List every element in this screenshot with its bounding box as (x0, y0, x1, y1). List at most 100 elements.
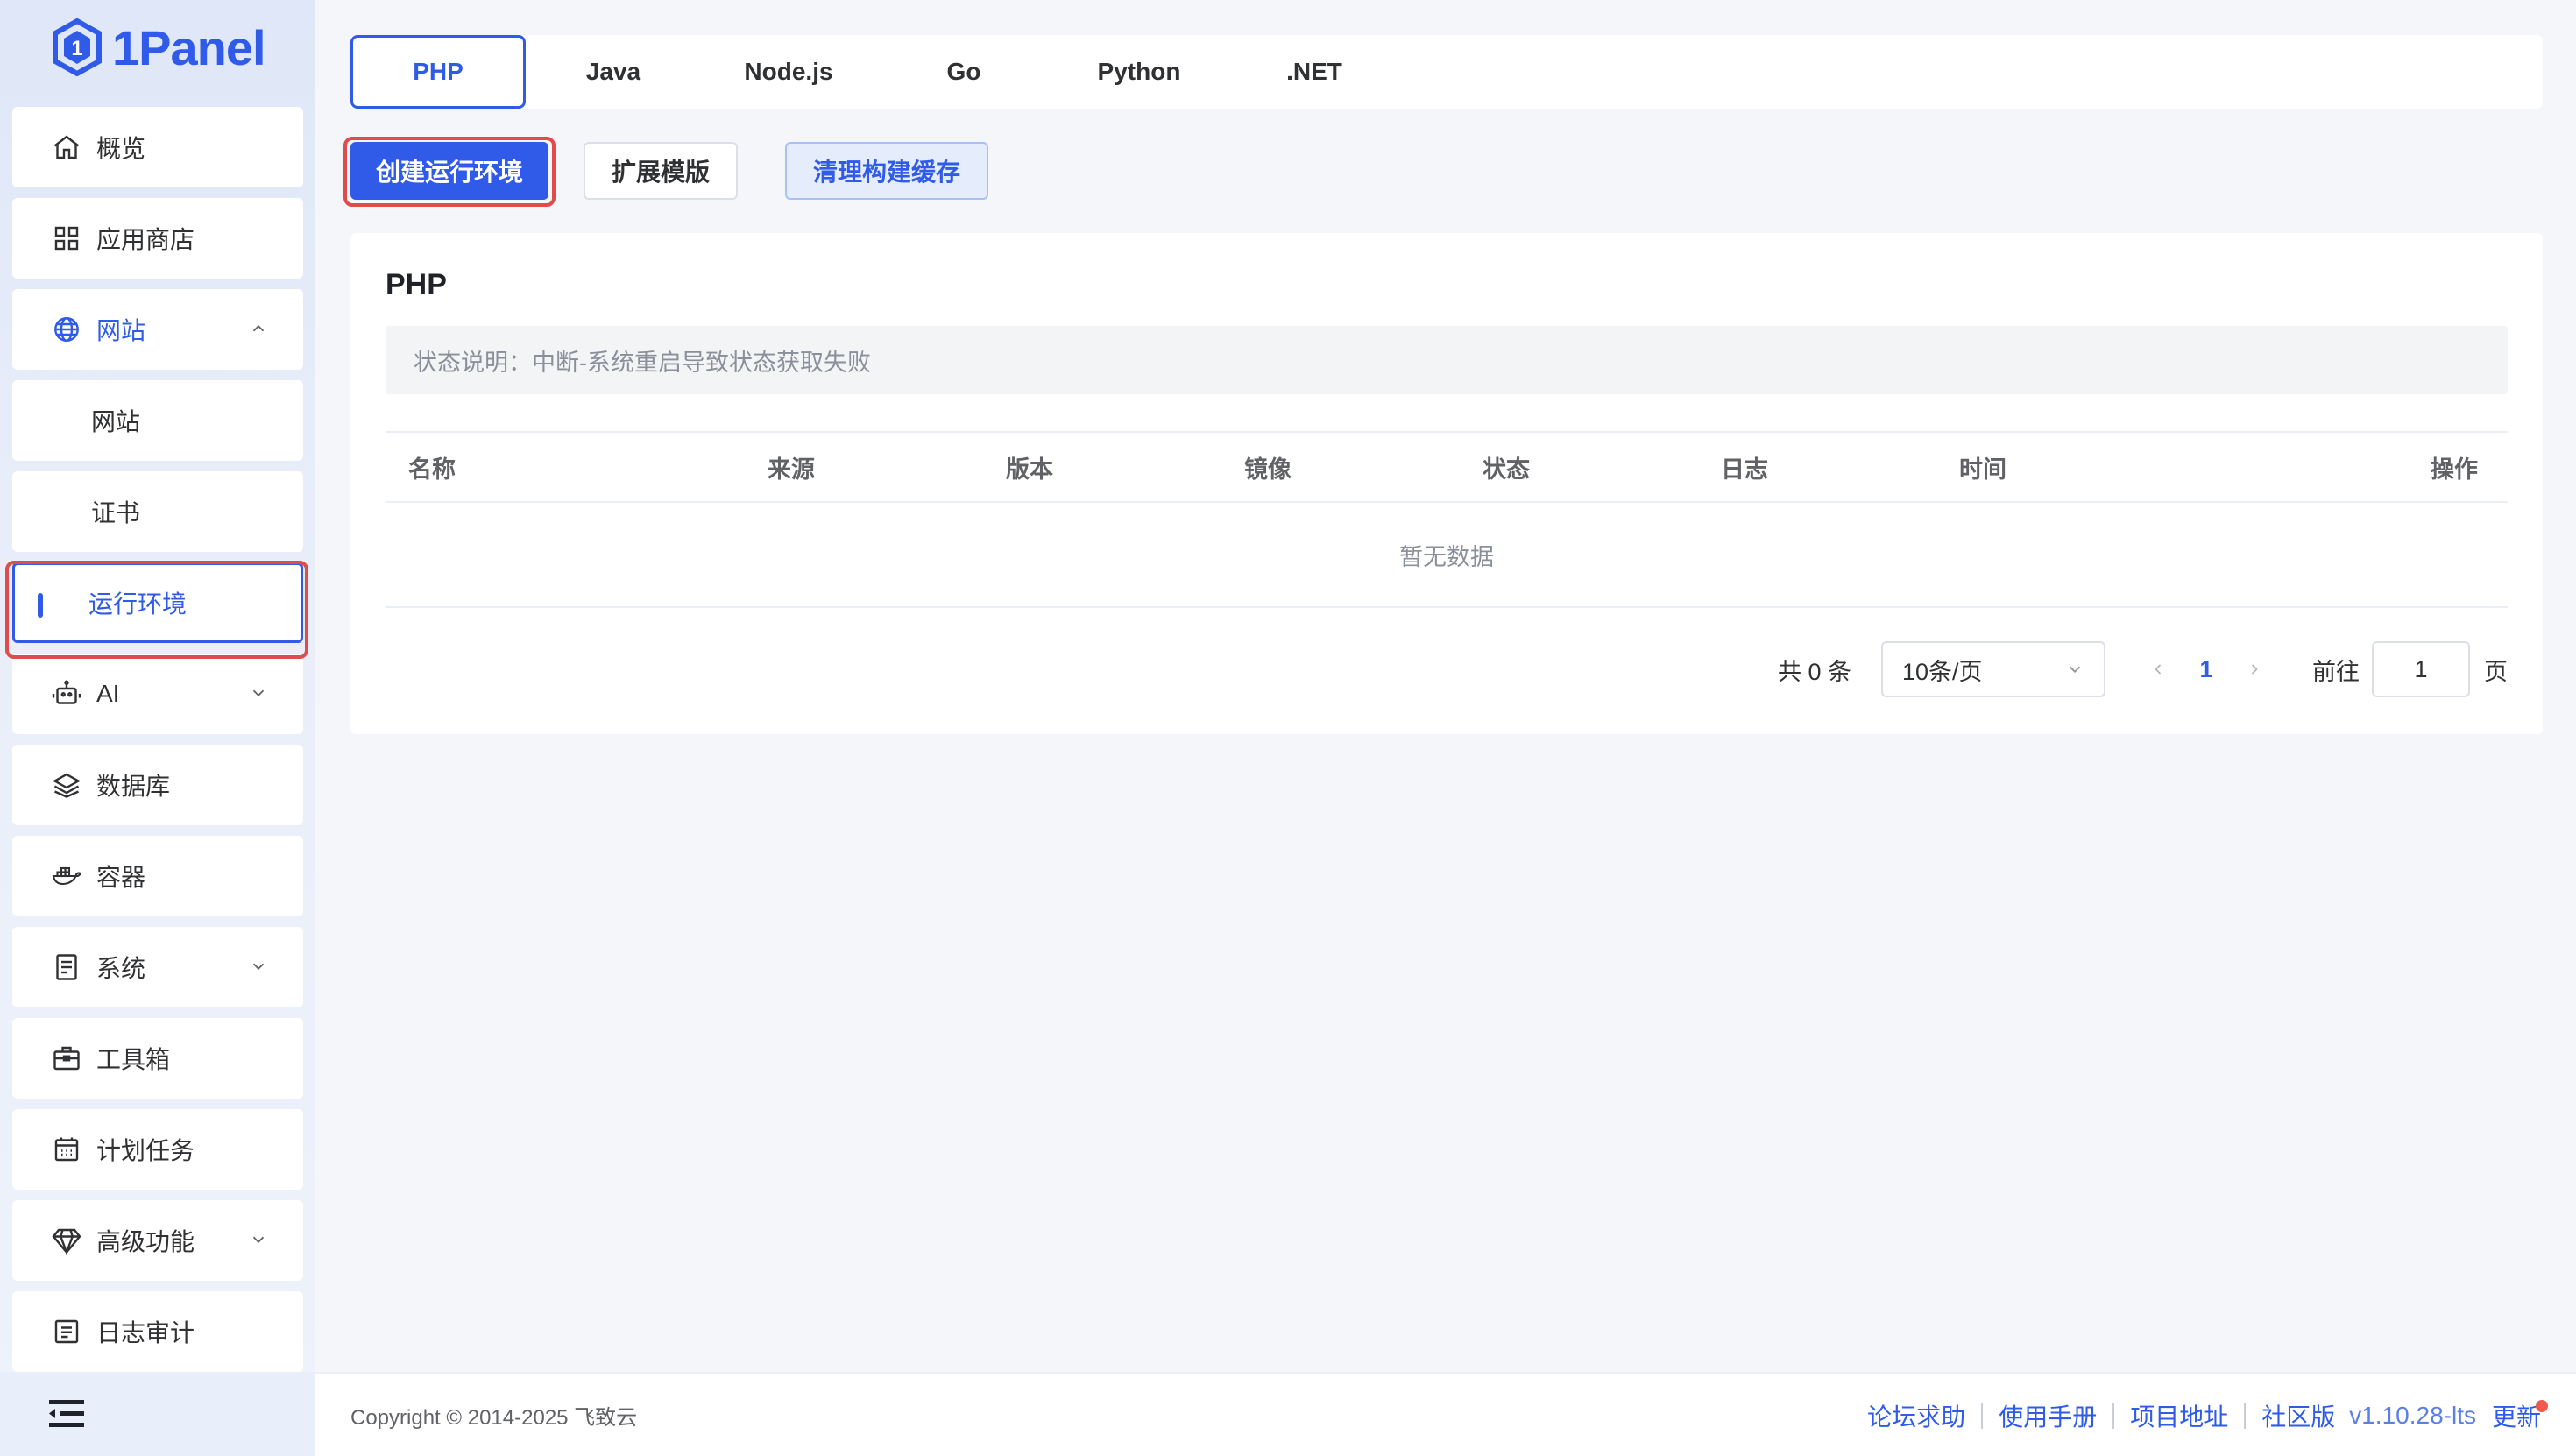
project-link[interactable]: 项目地址 (2130, 1398, 2228, 1433)
pagination-total: 共 0 条 (1777, 658, 1851, 685)
sidebar-item-websites[interactable]: 网站 (12, 289, 303, 370)
server-icon (51, 951, 82, 983)
grid-icon (51, 223, 82, 254)
prev-page-button[interactable] (2141, 652, 2176, 687)
home-icon (51, 131, 82, 163)
footer-links: 论坛求助 使用手册 项目地址 社区版 v1.10.28-lts 更新 (1867, 1374, 2541, 1456)
diamond-icon (51, 1225, 82, 1256)
sidebar-item-label: 系统 (96, 955, 146, 982)
sidebar-item-label: AI (96, 680, 120, 707)
menu-fold-icon (49, 1400, 84, 1427)
sidebar-item-websites-sub[interactable]: 网站 (12, 380, 303, 461)
logo[interactable]: 1 1Panel (51, 16, 266, 79)
column-status[interactable]: 状态 (1483, 433, 1530, 501)
sidebar-item-label: 网站 (96, 317, 146, 344)
layers-icon (51, 769, 82, 801)
forum-link[interactable]: 论坛求助 (1867, 1398, 1965, 1433)
runtime-card: PHP 状态说明：中断-系统重启导致状态获取失败 名称 来源 版本 镜像 状态 … (350, 233, 2543, 734)
sidebar-item-label: 概览 (96, 135, 146, 162)
tab-nodejs[interactable]: Node.js (701, 35, 876, 109)
table-empty-text: 暂无数据 (386, 503, 2508, 608)
highlight-runtime-menu (5, 561, 308, 659)
toolbox-icon (51, 1043, 82, 1074)
sidebar-item-label: 高级功能 (96, 1228, 195, 1255)
footer: Copyright © 2014-2025 飞致云 论坛求助 使用手册 项目地址… (315, 1372, 2576, 1456)
sidebar: 1 1Panel 概览 应用商店 网站 网站 证书 运行环境 AI 数据库 容器… (0, 0, 315, 1456)
clear-build-cache-button[interactable]: 清理构建缓存 (785, 142, 988, 200)
sidebar-item-app-store[interactable]: 应用商店 (12, 198, 303, 279)
sidebar-item-toolbox[interactable]: 工具箱 (12, 1018, 303, 1099)
robot-icon (51, 678, 82, 710)
chevron-down-icon (2069, 666, 2081, 674)
column-source[interactable]: 来源 (768, 433, 815, 501)
sidebar-item-advanced[interactable]: 高级功能 (12, 1200, 303, 1281)
sidebar-item-label: 容器 (96, 864, 146, 891)
chevron-up-icon (252, 324, 265, 332)
column-time[interactable]: 时间 (1959, 433, 2006, 501)
column-image[interactable]: 镜像 (1244, 433, 1292, 501)
sidebar-item-logs[interactable]: 日志审计 (12, 1291, 303, 1372)
update-badge-dot (2536, 1400, 2548, 1412)
logo-icon: 1 (53, 18, 102, 76)
next-page-button[interactable] (2237, 652, 2272, 687)
sidebar-collapse-button[interactable] (0, 1372, 315, 1456)
sidebar-item-overview[interactable]: 概览 (12, 107, 303, 187)
divider (2244, 1403, 2247, 1429)
column-log[interactable]: 日志 (1721, 433, 1768, 501)
manual-link[interactable]: 使用手册 (1999, 1398, 2097, 1433)
tab-java[interactable]: Java (526, 35, 701, 109)
page-size-select[interactable]: 10条/页 (1881, 641, 2105, 697)
goto-label: 前往 (2312, 658, 2360, 685)
page-number-current[interactable]: 1 (2176, 656, 2237, 683)
chevron-left-icon (2155, 664, 2162, 675)
tab-python[interactable]: Python (1051, 35, 1227, 109)
column-name[interactable]: 名称 (408, 433, 456, 501)
sidebar-item-ai[interactable]: AI (12, 654, 303, 734)
status-notice: 状态说明：中断-系统重启导致状态获取失败 (386, 326, 2508, 394)
sidebar-item-system[interactable]: 系统 (12, 927, 303, 1007)
logo-text: 1Panel (112, 19, 266, 75)
update-link[interactable]: 更新 (2492, 1398, 2541, 1433)
sidebar-item-label: 数据库 (96, 773, 171, 800)
tab-dotnet[interactable]: .NET (1227, 35, 1402, 109)
column-version[interactable]: 版本 (1006, 433, 1053, 501)
sidebar-menu: 概览 应用商店 网站 网站 证书 运行环境 AI 数据库 容器 系统 工具箱 计… (12, 107, 303, 1382)
sidebar-item-label: 证书 (91, 499, 141, 527)
sidebar-item-cron[interactable]: 计划任务 (12, 1109, 303, 1190)
version-text[interactable]: v1.10.28-lts (2349, 1402, 2476, 1430)
copyright-text: Copyright © 2014-2025 飞致云 (350, 1405, 638, 1430)
highlight-create-button (343, 137, 556, 207)
globe-icon (51, 314, 82, 345)
card-title: PHP (386, 268, 447, 301)
pagination: 共 0 条 10条/页 1 前往 1 页 (1778, 641, 2508, 697)
sidebar-item-label: 工具箱 (96, 1046, 171, 1073)
sidebar-item-label: 计划任务 (96, 1137, 195, 1164)
goto-page-input[interactable]: 1 (2372, 641, 2470, 697)
divider (2112, 1403, 2115, 1429)
chevron-down-icon (252, 963, 265, 971)
chevron-down-icon (252, 1236, 265, 1244)
svg-text:1: 1 (71, 37, 82, 60)
docker-icon (51, 860, 82, 892)
runtime-tabs: PHP Java Node.js Go Python .NET (350, 35, 2543, 109)
column-actions: 操作 (2431, 456, 2478, 483)
extension-template-button[interactable]: 扩展模版 (584, 142, 738, 200)
chevron-down-icon (252, 689, 265, 697)
main-content: PHP Java Node.js Go Python .NET 创建运行环境 扩… (315, 0, 2576, 1456)
sidebar-item-label: 日志审计 (96, 1319, 195, 1346)
table-header: 名称 来源 版本 镜像 状态 日志 时间 操作 (386, 431, 2508, 503)
sidebar-item-database[interactable]: 数据库 (12, 745, 303, 825)
divider (1981, 1403, 1984, 1429)
sidebar-item-containers[interactable]: 容器 (12, 836, 303, 916)
tab-go[interactable]: Go (876, 35, 1051, 109)
tab-php[interactable]: PHP (350, 35, 526, 109)
chevron-right-icon (2251, 664, 2258, 675)
sidebar-item-label: 应用商店 (96, 226, 195, 253)
page-size-value: 10条/页 (1902, 658, 1983, 685)
page-suffix: 页 (2484, 658, 2508, 685)
sidebar-item-certificates[interactable]: 证书 (12, 471, 303, 552)
calendar-icon (51, 1134, 82, 1165)
sidebar-item-label: 网站 (91, 408, 141, 435)
log-icon (51, 1316, 82, 1347)
edition-link[interactable]: 社区版 (2261, 1398, 2335, 1433)
